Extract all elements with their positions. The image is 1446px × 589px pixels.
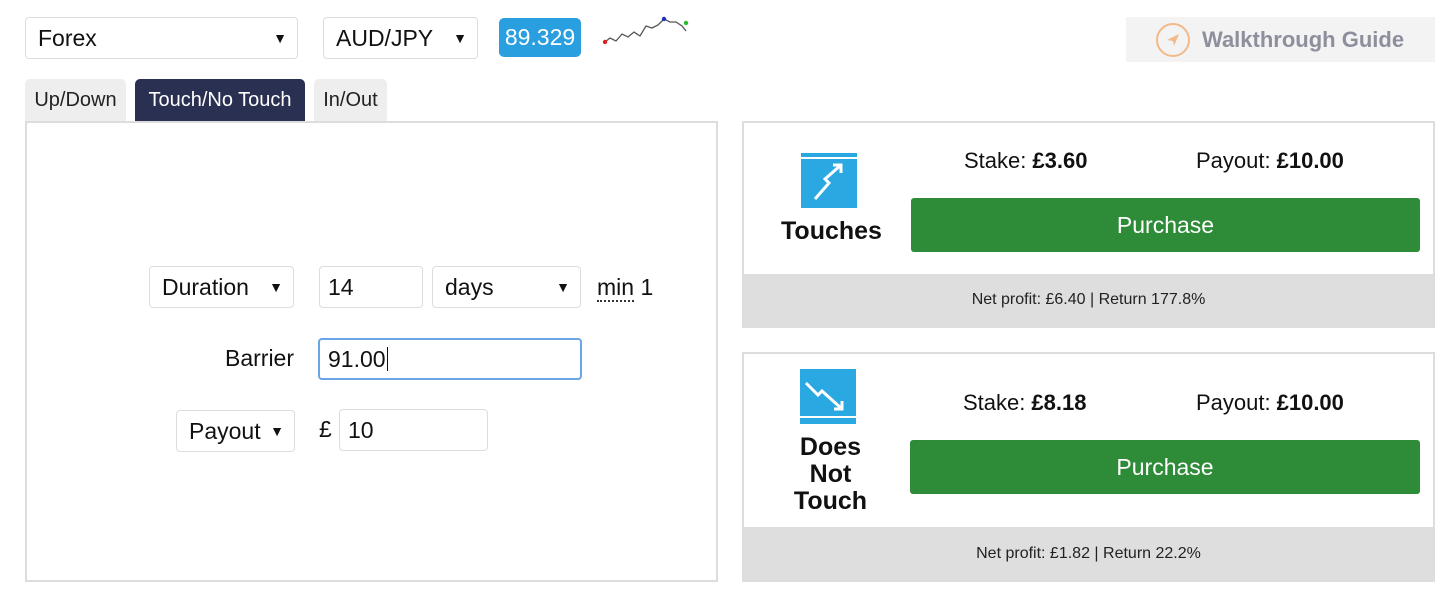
payout-label-text: Payout: — [1196, 390, 1271, 415]
symbol-select-value: AUD/JPY — [336, 24, 434, 51]
currency-symbol: £ — [319, 416, 332, 442]
contract-touches: Touches Stake: £3.60 Payout: £10.00 Purcha… — [742, 121, 1435, 328]
stake-value: £8.18 — [1031, 390, 1087, 415]
duration-unit-value: days — [445, 273, 494, 300]
stake-label-text: Stake: — [964, 148, 1027, 173]
tab-in-out[interactable]: In/Out — [314, 79, 387, 122]
duration-amount-input[interactable]: 14 — [319, 266, 423, 308]
duration-amount-value: 14 — [328, 273, 354, 300]
purchase-button[interactable]: Purchase — [910, 440, 1420, 494]
walkthrough-label: Walkthrough Guide — [1202, 26, 1405, 52]
contract-name-line: Not — [809, 460, 852, 488]
contract-name: Touches — [781, 217, 882, 245]
min-value: 1 — [640, 274, 654, 300]
touch-up-icon — [801, 153, 857, 208]
caret-down-icon: ▼ — [556, 279, 570, 295]
contract-name: Does Not Touch — [768, 434, 893, 515]
stake-label: Stake: £3.60 — [964, 148, 1087, 174]
sparkline-icon — [602, 16, 689, 45]
duration-type-select[interactable]: Duration ▼ — [149, 266, 294, 308]
payout-type-select[interactable]: Payout ▼ — [176, 410, 295, 452]
text-cursor — [386, 347, 388, 371]
payout-value: £10.00 — [1276, 148, 1344, 173]
caret-down-icon: ▼ — [453, 30, 467, 46]
contract-footer: Net profit: £6.40 | Return 177.8% — [744, 274, 1433, 326]
barrier-input[interactable]: 91.00 — [318, 338, 582, 380]
caret-down-icon: ▼ — [270, 423, 284, 439]
stake-value: £3.60 — [1032, 148, 1088, 173]
payout-type-value: Payout — [189, 417, 261, 444]
walkthrough-guide-button[interactable]: Walkthrough Guide — [1126, 17, 1435, 62]
barrier-value: 91.00 — [328, 345, 386, 372]
tab-up-down[interactable]: Up/Down — [25, 79, 126, 122]
payout-amount-input[interactable]: 10 — [339, 409, 488, 451]
purchase-button[interactable]: Purchase — [911, 198, 1420, 252]
payout-label: Payout: £10.00 — [1196, 390, 1344, 416]
caret-down-icon: ▼ — [273, 30, 287, 46]
contract-name-line: Touch — [793, 487, 868, 515]
contract-name-line: Does — [799, 433, 862, 461]
spot-price-badge: 89.329 — [499, 18, 581, 57]
min-duration-label: min 1 — [597, 274, 654, 302]
market-select-value: Forex — [38, 24, 97, 51]
symbol-select[interactable]: AUD/JPY ▼ — [323, 17, 478, 59]
duration-unit-select[interactable]: days ▼ — [432, 266, 581, 308]
payout-label-text: Payout: — [1196, 148, 1271, 173]
barrier-label: Barrier — [225, 345, 295, 371]
stake-label: Stake: £8.18 — [963, 390, 1086, 416]
tab-touch-no-touch[interactable]: Touch/No Touch — [135, 79, 305, 122]
contract-does-not-touch: Does Not Touch Stake: £8.18 Payout: £10.00… — [742, 352, 1435, 582]
contract-footer: Net profit: £1.82 | Return 22.2% — [744, 527, 1433, 580]
market-select[interactable]: Forex ▼ — [25, 17, 298, 59]
payout-value: £10.00 — [1276, 390, 1344, 415]
duration-type-value: Duration — [162, 273, 249, 300]
payout-amount-value: 10 — [348, 416, 374, 443]
compass-icon — [1156, 22, 1190, 57]
caret-down-icon: ▼ — [269, 279, 283, 295]
touch-down-icon — [800, 369, 856, 424]
min-abbr: min — [597, 274, 635, 302]
stake-label-text: Stake: — [963, 390, 1026, 415]
payout-label: Payout: £10.00 — [1196, 148, 1344, 174]
